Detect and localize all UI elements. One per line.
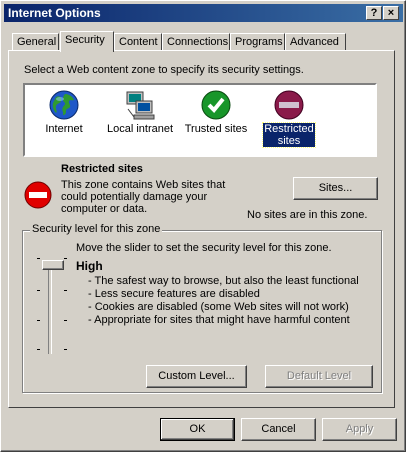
zone-trusted-sites[interactable]: Trusted sites — [183, 89, 249, 135]
zone-instruction: Select a Web content zone to specify its… — [24, 64, 304, 76]
bullet-item: - Appropriate for sites that might have … — [88, 314, 350, 326]
network-computer-icon — [124, 89, 156, 121]
slider-track — [48, 262, 52, 354]
zone-local-intranet[interactable]: Local intranet — [105, 89, 175, 135]
security-level-slider[interactable] — [36, 258, 76, 358]
slider-instruction: Move the slider to set the security leve… — [76, 242, 332, 254]
security-level-name: High — [76, 259, 103, 273]
slider-tick — [37, 290, 40, 291]
restricted-zone-icon — [24, 181, 52, 209]
slider-tick — [64, 320, 67, 321]
window-title: Internet Options — [8, 6, 101, 20]
green-check-icon — [200, 89, 232, 121]
default-level-button[interactable]: Default Level — [265, 365, 373, 388]
security-level-label: Security level for this zone — [30, 223, 163, 235]
slider-thumb[interactable] — [42, 260, 64, 270]
tab-programs[interactable]: Programs — [230, 33, 285, 51]
slider-tick — [37, 320, 40, 321]
slider-tick — [64, 290, 67, 291]
zone-list[interactable]: Internet Local intranet Trusted sites Re… — [23, 83, 377, 157]
bullet-item: - Less secure features are disabled — [88, 288, 260, 300]
security-level-bullets: - The safest way to browse, but also the… — [88, 275, 359, 327]
bullet-item: - The safest way to browse, but also the… — [88, 275, 359, 287]
globe-icon — [48, 89, 80, 121]
no-entry-icon — [273, 89, 305, 121]
close-button[interactable]: × — [383, 6, 399, 20]
zone-label: Trusted sites — [184, 123, 248, 135]
apply-button[interactable]: Apply — [322, 418, 397, 441]
sites-status: No sites are in this zone. — [247, 209, 368, 221]
zone-label: Restricted sites — [262, 122, 316, 148]
tab-security[interactable]: Security — [60, 31, 114, 52]
tab-advanced[interactable]: Advanced — [285, 33, 346, 51]
zone-label: Local intranet — [106, 123, 174, 135]
slider-tick — [37, 349, 40, 350]
cancel-button[interactable]: Cancel — [241, 418, 316, 441]
title-bar[interactable]: Internet Options ? × — [4, 4, 403, 22]
tab-connections[interactable]: Connections — [162, 33, 230, 51]
slider-tick — [37, 258, 40, 259]
help-button[interactable]: ? — [366, 6, 382, 20]
zone-internet[interactable]: Internet — [33, 89, 95, 135]
tab-content[interactable]: Content — [114, 33, 162, 51]
sites-button[interactable]: Sites... — [293, 177, 378, 200]
selected-zone-description: This zone contains Web sites that could … — [61, 179, 226, 215]
slider-tick — [64, 349, 67, 350]
selected-zone-title: Restricted sites — [61, 163, 143, 175]
ok-button[interactable]: OK — [160, 418, 235, 441]
zone-label: Internet — [45, 123, 83, 135]
slider-tick — [64, 258, 67, 259]
zone-restricted-sites[interactable]: Restricted sites — [259, 89, 319, 148]
tab-general[interactable]: General — [12, 33, 59, 51]
custom-level-button[interactable]: Custom Level... — [146, 365, 247, 388]
bullet-item: - Cookies are disabled (some Web sites w… — [88, 301, 349, 313]
